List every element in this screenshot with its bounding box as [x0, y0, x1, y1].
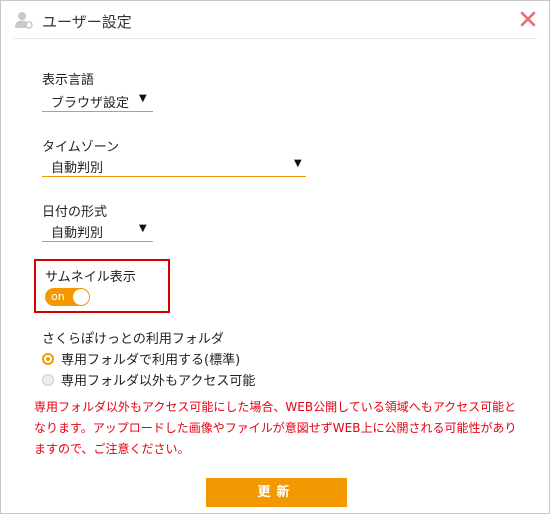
date-format-value: 自動判別	[51, 226, 104, 241]
radio-button-checked[interactable]	[42, 352, 54, 365]
radio-label: 専用フォルダで利用する(標準)	[61, 353, 241, 368]
toggle-knob	[73, 289, 89, 305]
warning-message: 専用フォルダ以外もアクセス可能にした場合、WEB公開している領域へもアクセス可能…	[34, 400, 517, 456]
display-language-select[interactable]: ブラウザ設定 ▼	[42, 89, 153, 112]
dialog-title: ユーザー設定	[42, 13, 132, 31]
thumbnail-toggle[interactable]: on	[45, 288, 90, 306]
radio-button[interactable]	[42, 373, 54, 386]
display-language-value: ブラウザ設定	[51, 96, 130, 111]
chevron-down-icon: ▼	[139, 223, 147, 234]
display-language-label: 表示言語	[42, 73, 95, 88]
thumbnail-setting-highlight: サムネイル表示 on	[34, 259, 170, 313]
folder-label: さくらぽけっとの利用フォルダ	[42, 332, 224, 347]
timezone-label: タイムゾーン	[42, 140, 120, 155]
radio-label: 専用フォルダ以外もアクセス可能	[61, 374, 256, 389]
user-settings-icon	[14, 10, 34, 30]
chevron-down-icon: ▼	[294, 158, 302, 169]
close-icon[interactable]	[519, 10, 537, 28]
update-button[interactable]: 更新	[206, 478, 347, 507]
toggle-state-text: on	[51, 290, 65, 303]
date-format-select[interactable]: 自動判別 ▼	[42, 219, 153, 242]
timezone-value: 自動判別	[51, 161, 104, 176]
chevron-down-icon: ▼	[139, 93, 147, 104]
radio-dedicated-folder[interactable]: 専用フォルダで利用する(標準)	[42, 349, 240, 368]
radio-all-access[interactable]: 専用フォルダ以外もアクセス可能	[42, 370, 255, 389]
timezone-select[interactable]: 自動判別 ▼	[42, 154, 306, 177]
user-settings-dialog: ユーザー設定 表示言語 ブラウザ設定 ▼ タイムゾーン 自動判別 ▼ 日付の形式…	[0, 0, 550, 514]
date-format-label: 日付の形式	[42, 205, 108, 220]
title-divider	[13, 38, 537, 39]
thumbnail-label: サムネイル表示	[45, 270, 136, 285]
dialog-titlebar: ユーザー設定	[1, 1, 549, 37]
